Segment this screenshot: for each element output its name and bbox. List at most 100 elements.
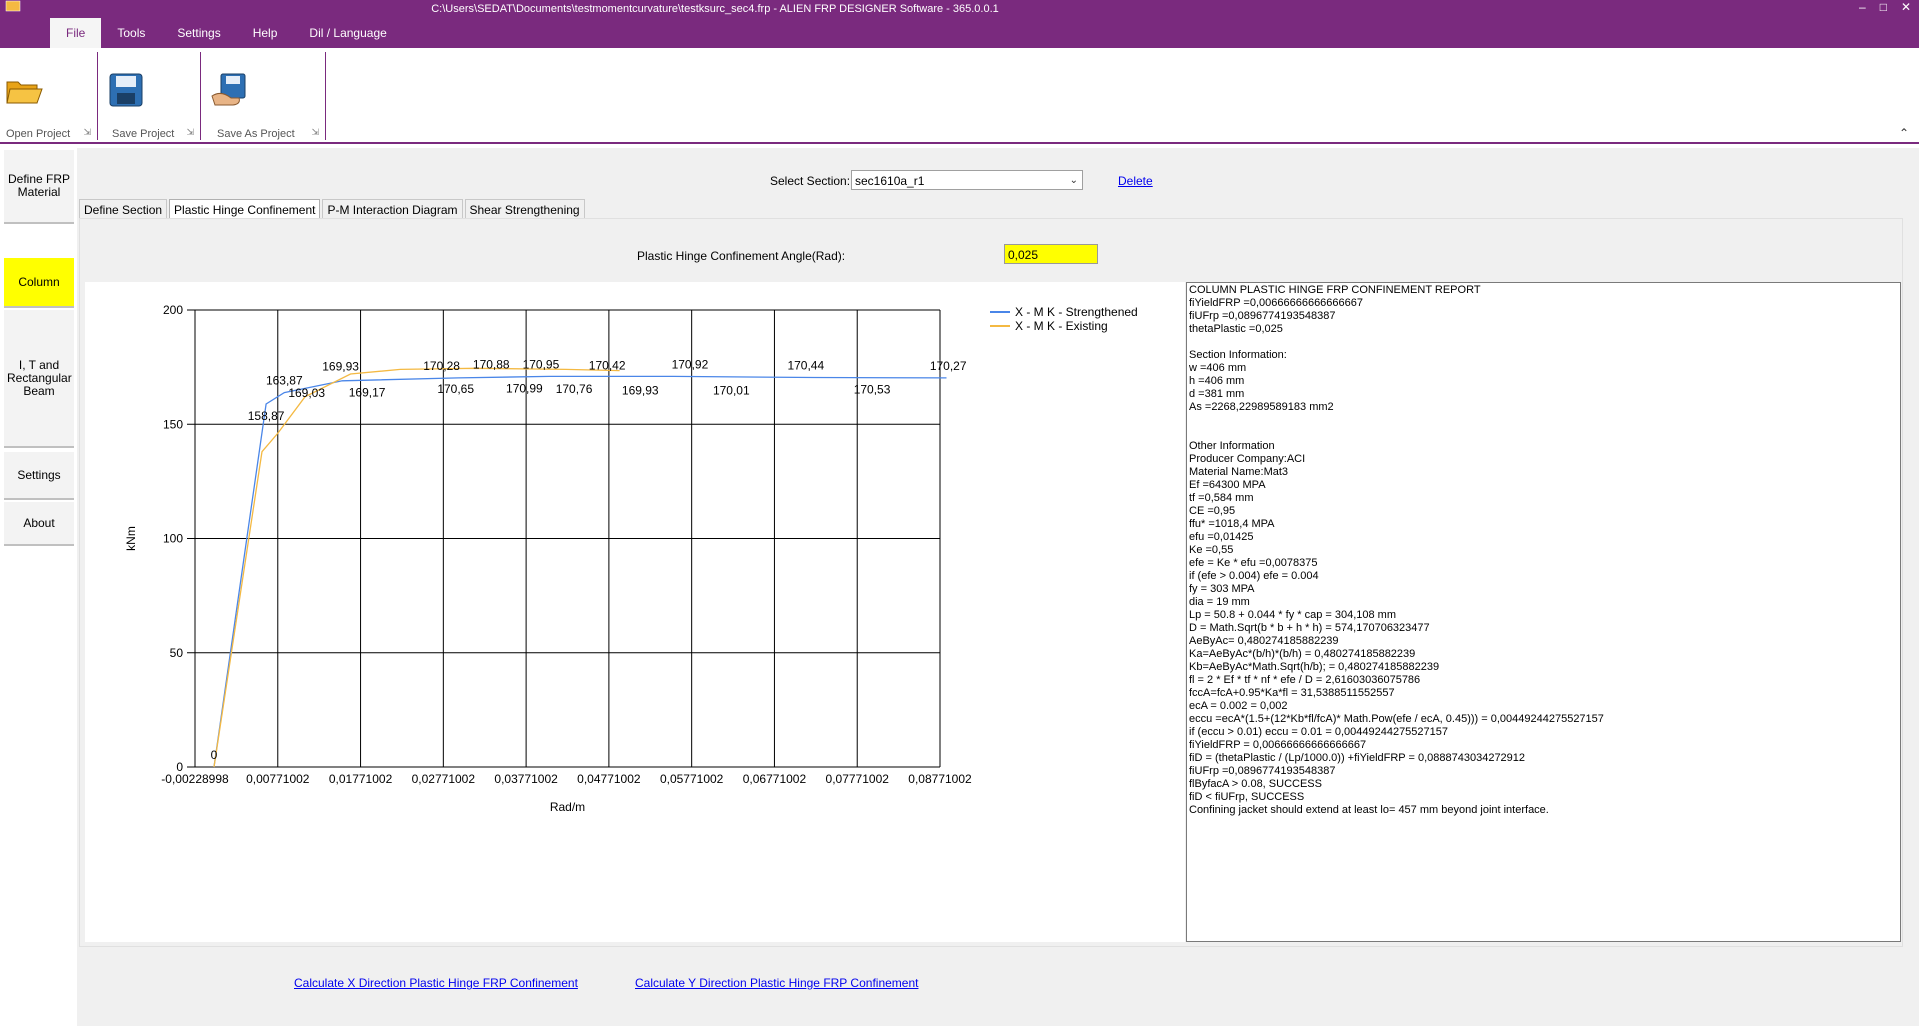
- y-tick-label: 0: [176, 760, 183, 774]
- tab-bar: Define Section Plastic Hinge Confinement…: [79, 199, 587, 220]
- x-tick-label: 0,01771002: [329, 772, 393, 786]
- data-label: 170,53: [854, 382, 891, 396]
- saveas-project-label[interactable]: Save As Project: [217, 128, 295, 140]
- x-tick-label: 0,07771002: [826, 772, 890, 786]
- y-tick-label: 200: [163, 303, 183, 317]
- report-line: AeByAc= 0,480274185882239: [1189, 635, 1339, 647]
- report-line: fiYieldFRP =0,00666666666666667: [1189, 297, 1364, 309]
- report-line: Ef =64300 MPA: [1189, 479, 1266, 491]
- calc-y-link[interactable]: Calculate Y Direction Plastic Hinge FRP …: [635, 976, 918, 990]
- save-project-label[interactable]: Save Project: [112, 128, 174, 140]
- report-line: thetaPlastic =0,025: [1189, 323, 1283, 335]
- x-tick-label: 0,03771002: [494, 772, 558, 786]
- menu-settings[interactable]: Settings: [161, 18, 236, 48]
- data-label: 170,27: [930, 359, 967, 373]
- report-line: Section Information:: [1189, 349, 1287, 361]
- report-line: Producer Company:ACI: [1189, 453, 1306, 465]
- report-line: if (efe > 0.004) efe = 0.004: [1189, 570, 1319, 582]
- dialog-launcher-icon[interactable]: ⇲: [311, 127, 319, 138]
- series-line-1: [213, 367, 620, 768]
- x-tick-label: 0,08771002: [908, 772, 972, 786]
- report-line: flByfacA > 0.08, SUCCESS: [1189, 778, 1322, 790]
- maximize-icon[interactable]: □: [1880, 0, 1887, 20]
- report-line: Ka=AeByAc*(b/h)*(b/h) = 0,48027418588223…: [1189, 648, 1416, 660]
- chevron-down-icon[interactable]: ⌄: [1070, 171, 1078, 191]
- report-line: [1189, 427, 1898, 440]
- minimize-icon[interactable]: –: [1859, 0, 1866, 20]
- collapse-ribbon-icon[interactable]: ⌃: [1899, 126, 1909, 140]
- data-label: 0: [211, 748, 218, 762]
- x-tick-label: 0,00771002: [246, 772, 310, 786]
- delete-link[interactable]: Delete: [1118, 174, 1153, 188]
- data-label: 170,95: [523, 357, 560, 371]
- save-as-icon[interactable]: [209, 70, 249, 110]
- x-tick-label: 0,05771002: [660, 772, 724, 786]
- select-section-label: Select Section:: [770, 174, 851, 188]
- x-tick-label: 0,02771002: [412, 772, 476, 786]
- angle-input[interactable]: 0,025: [1004, 244, 1098, 264]
- open-folder-icon[interactable]: [4, 70, 44, 110]
- calc-x-link[interactable]: Calculate X Direction Plastic Hinge FRP …: [294, 976, 578, 990]
- sidebar-item-column[interactable]: Column: [4, 258, 74, 308]
- data-label: 169,93: [622, 384, 659, 398]
- report-line: eccu =ecA*(1.5+(12*Kb*fl/fcA)* Math.Pow(…: [1189, 713, 1604, 725]
- data-label: 170,92: [672, 357, 709, 371]
- report-line: Lp = 50.8 + 0.044 * fy * cap = 304,108 m…: [1189, 609, 1397, 621]
- data-label: 170,76: [556, 382, 593, 396]
- report-line: w =406 mm: [1189, 362, 1247, 374]
- report-line: fy = 303 MPA: [1189, 583, 1255, 595]
- tab-define-section[interactable]: Define Section: [79, 199, 168, 220]
- x-tick-label: -0,00228998: [161, 772, 229, 786]
- menu-bar: File Tools Settings Help Dil / Language: [50, 18, 403, 48]
- report-line: efe = Ke * efu =0,0078375: [1189, 557, 1318, 569]
- report-line: fiUFrp =0,0896774193548387: [1189, 765, 1336, 777]
- sidebar-item-define-frp[interactable]: Define FRP Material: [4, 150, 74, 224]
- menu-tools[interactable]: Tools: [101, 18, 161, 48]
- tab-pm-interaction[interactable]: P-M Interaction Diagram: [322, 199, 463, 220]
- report-textbox[interactable]: COLUMN PLASTIC HINGE FRP CONFINEMENT REP…: [1186, 282, 1901, 942]
- report-line: Ke =0,55: [1189, 544, 1234, 556]
- sidebar-item-beam[interactable]: I, T and Rectangular Beam: [4, 310, 74, 448]
- data-label: 158,87: [248, 409, 285, 423]
- menu-help[interactable]: Help: [237, 18, 294, 48]
- tab-shear[interactable]: Shear Strengthening: [464, 199, 585, 220]
- report-line: fl = 2 * Ef * tf * nf * efe / D = 2,6160…: [1189, 674, 1421, 686]
- window-title: C:\Users\SEDAT\Documents\testmomentcurva…: [431, 3, 999, 15]
- data-label: 170,44: [787, 359, 824, 373]
- series-line-0: [213, 375, 947, 768]
- sidebar-item-about[interactable]: About: [4, 502, 74, 546]
- menu-language[interactable]: Dil / Language: [293, 18, 402, 48]
- data-label: 170,88: [473, 358, 510, 372]
- report-line: fccA=fcA+0.95*Ka*fl = 31,5388511552557: [1189, 687, 1395, 699]
- save-disk-icon[interactable]: [106, 70, 146, 110]
- report-line: COLUMN PLASTIC HINGE FRP CONFINEMENT REP…: [1189, 284, 1481, 296]
- y-tick-label: 50: [170, 646, 184, 660]
- data-label: 170,99: [506, 381, 543, 395]
- dialog-launcher-icon[interactable]: ⇲: [186, 127, 194, 138]
- data-label: 169,03: [288, 386, 325, 400]
- report-line: Other Information: [1189, 440, 1275, 452]
- report-line: As =2268,22989589183 mm2: [1189, 401, 1334, 413]
- open-project-group: Open Project ⇲: [0, 52, 98, 140]
- open-project-label[interactable]: Open Project: [6, 128, 70, 140]
- report-line: Material Name:Mat3: [1189, 466, 1289, 478]
- tab-plastic-hinge[interactable]: Plastic Hinge Confinement: [169, 199, 321, 220]
- ribbon: Open Project ⇲ Save Project ⇲ Save As Pr…: [0, 48, 1919, 144]
- legend-entry: X - M K - Existing: [1015, 319, 1108, 333]
- section-select-value: sec1610a_r1: [855, 174, 925, 188]
- x-axis-label: Rad/m: [550, 800, 585, 814]
- menu-file[interactable]: File: [50, 18, 102, 48]
- section-select[interactable]: sec1610a_r1 ⌄: [851, 170, 1083, 190]
- data-label: 170,65: [437, 382, 474, 396]
- report-line: h =406 mm: [1189, 375, 1245, 387]
- data-label: 170,01: [713, 384, 750, 398]
- sidebar-item-settings[interactable]: Settings: [4, 452, 74, 500]
- data-label: 170,42: [589, 359, 626, 373]
- report-line: fiD < fiUFrp, SUCCESS: [1189, 791, 1305, 803]
- y-axis-label: kNm: [124, 526, 138, 551]
- data-label: 169,93: [322, 360, 359, 374]
- save-project-group: Save Project ⇲: [98, 52, 201, 140]
- report-line: ecA = 0.002 = 0,002: [1189, 700, 1288, 712]
- dialog-launcher-icon[interactable]: ⇲: [83, 127, 91, 138]
- close-icon[interactable]: ✕: [1901, 0, 1911, 20]
